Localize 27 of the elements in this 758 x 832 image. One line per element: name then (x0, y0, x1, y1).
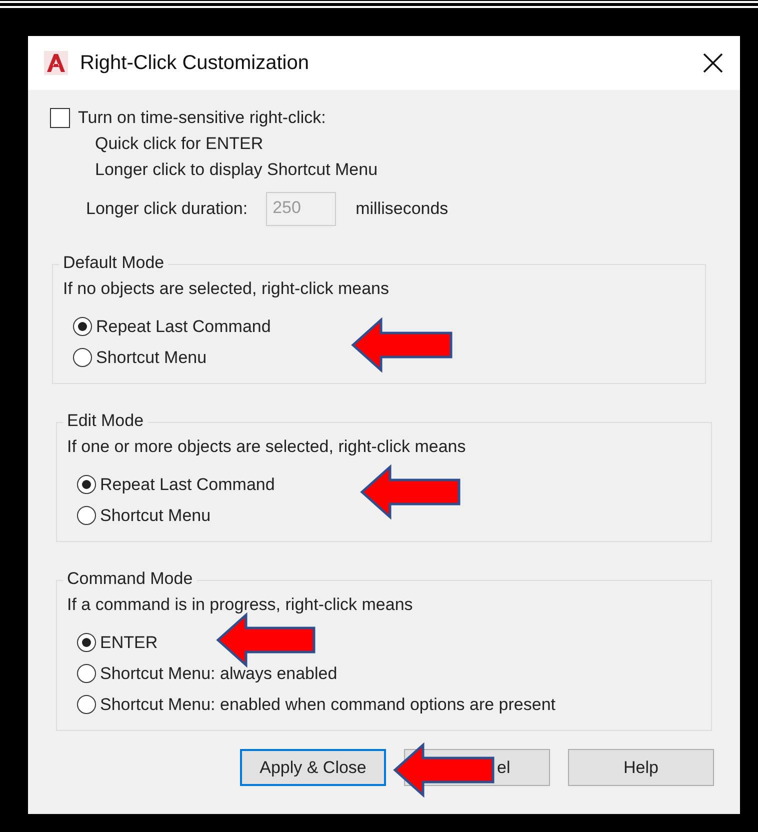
radio-button[interactable] (77, 506, 96, 525)
radio-button[interactable] (77, 475, 96, 494)
radio-option[interactable]: Repeat Last Command (73, 311, 691, 342)
help-button[interactable]: Help (568, 749, 714, 786)
radio-button[interactable] (77, 664, 96, 683)
radio-button[interactable] (73, 317, 92, 336)
radio-option[interactable]: Shortcut Menu: always enabled (77, 658, 697, 689)
radio-option[interactable]: ENTER (77, 627, 697, 658)
app-logo-icon (44, 51, 68, 75)
units-label: milliseconds (356, 199, 448, 219)
apply-close-button[interactable]: Apply & Close (240, 749, 386, 786)
description-text: Longer click to display Shortcut Menu (94, 160, 379, 180)
radio-button[interactable] (77, 695, 96, 714)
window-title: Right-Click Customization (80, 52, 310, 74)
radio-option[interactable]: Shortcut Menu (77, 500, 697, 531)
radio-option[interactable]: Shortcut Menu (73, 342, 691, 373)
description-text: Quick click for ENTER (94, 134, 264, 154)
group-prompt: If one or more objects are selected, right-click means (67, 437, 467, 457)
radio-option[interactable]: Shortcut Menu: enabled when command options are present (77, 689, 697, 720)
group-prompt: If a command is in progress, right-click means (67, 595, 414, 615)
close-icon[interactable] (702, 52, 724, 74)
radio-option[interactable]: Repeat Last Command (77, 469, 697, 500)
group-prompt: If no objects are selected, right-click means (63, 279, 390, 299)
radio-button[interactable] (73, 348, 92, 367)
duration-label: Longer click duration: (86, 199, 248, 219)
checkbox-label: Turn on time-sensitive right-click: (78, 108, 326, 128)
radio-button[interactable] (77, 633, 96, 652)
